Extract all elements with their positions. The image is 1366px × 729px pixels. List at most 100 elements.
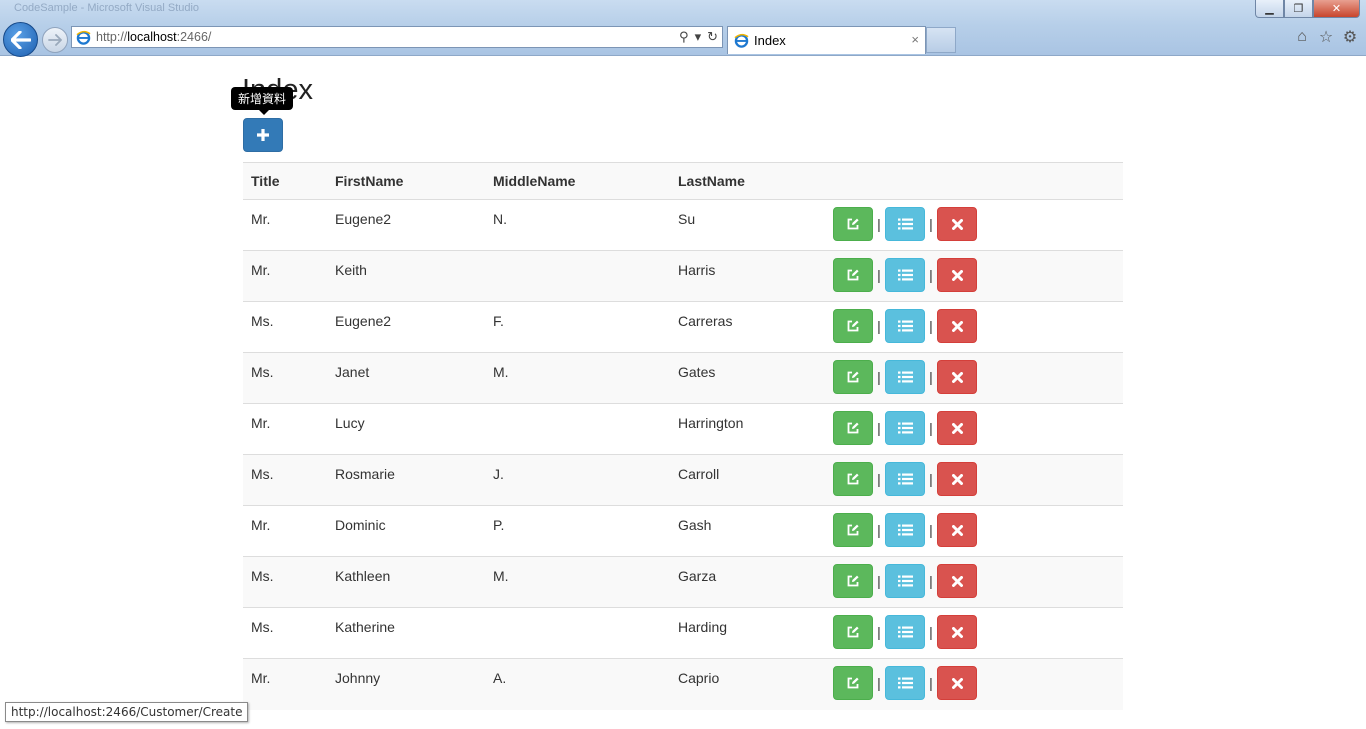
back-button[interactable] [3, 22, 38, 57]
cell-firstname: Eugene2 [327, 199, 485, 251]
remove-icon [951, 524, 963, 536]
edit-icon [847, 320, 859, 332]
details-button[interactable] [885, 615, 925, 649]
browser-chrome: CodeSample - Microsoft Visual Studio ▁ ❐… [0, 0, 1366, 57]
action-separator: | [877, 573, 881, 589]
edit-button[interactable] [833, 258, 873, 292]
table-row: Ms. Kathleen M. Garza | | [243, 556, 1123, 608]
cell-firstname: Rosmarie [327, 454, 485, 506]
close-window-button[interactable]: ✕ [1313, 0, 1360, 18]
refresh-icon[interactable]: ↻ [707, 29, 718, 45]
home-icon[interactable]: ⌂ [1294, 28, 1310, 45]
dropdown-arrow-icon[interactable]: ▾ [695, 29, 702, 45]
cell-lastname: Carroll [670, 454, 825, 506]
list-icon [897, 269, 913, 281]
action-separator: | [877, 675, 881, 691]
action-separator: | [929, 471, 933, 487]
details-button[interactable] [885, 411, 925, 445]
delete-button[interactable] [937, 360, 977, 394]
edit-icon [847, 626, 859, 638]
list-icon [897, 473, 913, 485]
remove-icon [951, 269, 963, 281]
cell-title: Ms. [243, 556, 327, 608]
remove-icon [951, 320, 963, 332]
remove-icon [951, 218, 963, 230]
cell-actions: | | [825, 658, 1123, 710]
header-middlename: MiddleName [485, 162, 670, 200]
delete-button[interactable] [937, 564, 977, 598]
table-row: Ms. Katherine Harding | | [243, 607, 1123, 659]
action-separator: | [877, 216, 881, 232]
cell-firstname: Kathleen [327, 556, 485, 608]
edit-button[interactable] [833, 207, 873, 241]
delete-button[interactable] [937, 258, 977, 292]
cell-firstname: Katherine [327, 607, 485, 659]
edit-icon [847, 677, 859, 689]
tab-close-icon[interactable]: × [911, 32, 919, 47]
action-separator: | [877, 267, 881, 283]
tab-index[interactable]: Index × [727, 26, 926, 54]
details-button[interactable] [885, 513, 925, 547]
table-row: Ms. Janet M. Gates | | [243, 352, 1123, 404]
edit-button[interactable] [833, 360, 873, 394]
action-separator: | [877, 369, 881, 385]
cell-middlename: P. [485, 505, 670, 557]
cell-lastname: Su [670, 199, 825, 251]
cell-lastname: Harris [670, 250, 825, 302]
edit-button[interactable] [833, 564, 873, 598]
delete-button[interactable] [937, 309, 977, 343]
details-button[interactable] [885, 258, 925, 292]
search-icon[interactable]: ⚲ [679, 29, 689, 45]
create-button[interactable] [243, 118, 283, 152]
delete-button[interactable] [937, 462, 977, 496]
remove-icon [951, 626, 963, 638]
edit-button[interactable] [833, 462, 873, 496]
header-actions [825, 162, 1123, 200]
table-row: Mr. Lucy Harrington | | [243, 403, 1123, 455]
gear-icon[interactable]: ⚙ [1342, 29, 1358, 46]
minimize-button[interactable]: ▁ [1255, 0, 1284, 18]
cell-lastname: Garza [670, 556, 825, 608]
cell-middlename [485, 607, 670, 659]
address-url[interactable]: http://localhost:2466/ [96, 30, 211, 44]
cell-title: Mr. [243, 505, 327, 557]
maximize-button[interactable]: ❐ [1284, 0, 1313, 18]
details-button[interactable] [885, 207, 925, 241]
delete-button[interactable] [937, 411, 977, 445]
action-separator: | [929, 216, 933, 232]
action-separator: | [929, 267, 933, 283]
window-title: CodeSample - Microsoft Visual Studio [14, 2, 200, 14]
new-tab-button[interactable] [926, 27, 956, 53]
address-tools: ⚲ ▾ ↻ [679, 29, 718, 45]
list-icon [897, 575, 913, 587]
edit-icon [847, 473, 859, 485]
details-button[interactable] [885, 564, 925, 598]
action-separator: | [929, 369, 933, 385]
edit-button[interactable] [833, 309, 873, 343]
details-button[interactable] [885, 462, 925, 496]
remove-icon [951, 473, 963, 485]
details-button[interactable] [885, 309, 925, 343]
address-bar[interactable]: http://localhost:2466/ ⚲ ▾ ↻ [71, 26, 723, 48]
edit-button[interactable] [833, 615, 873, 649]
cell-actions: | | [825, 403, 1123, 455]
remove-icon [951, 371, 963, 383]
forward-button[interactable] [42, 27, 68, 53]
cell-title: Mr. [243, 403, 327, 455]
status-bar-url: http://localhost:2466/Customer/Create [5, 702, 249, 722]
cell-middlename: M. [485, 352, 670, 404]
forward-arrow-icon [48, 34, 62, 46]
edit-button[interactable] [833, 411, 873, 445]
delete-button[interactable] [937, 666, 977, 700]
edit-button[interactable] [833, 666, 873, 700]
table-header-row: Title FirstName MiddleName LastName [243, 162, 1123, 200]
favorites-star-icon[interactable]: ☆ [1318, 29, 1334, 46]
delete-button[interactable] [937, 615, 977, 649]
cell-middlename: A. [485, 658, 670, 710]
details-button[interactable] [885, 360, 925, 394]
edit-button[interactable] [833, 513, 873, 547]
delete-button[interactable] [937, 513, 977, 547]
delete-button[interactable] [937, 207, 977, 241]
details-button[interactable] [885, 666, 925, 700]
cell-actions: | | [825, 556, 1123, 608]
